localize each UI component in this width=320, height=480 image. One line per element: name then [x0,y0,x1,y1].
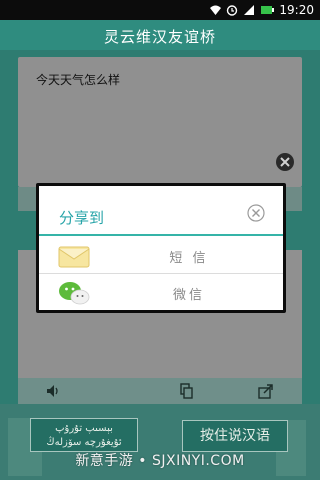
share-icon[interactable] [258,383,274,399]
status-time: 19:20 [279,3,314,17]
wifi-icon [209,4,222,16]
input-text: 今天天气怎么样 [36,73,121,87]
copy-icon[interactable] [178,383,194,399]
share-dialog: 分享到 短 信 微信 [36,183,286,313]
status-bar: 19:20 [0,0,320,20]
share-dialog-body: 分享到 短 信 微信 [39,186,283,310]
battery-icon [260,4,275,16]
app-header: 灵云维汉友谊桥 [0,20,320,50]
watermark: 新意手游 • SJXINYI.COM [75,453,245,469]
hold-speak-uyghur-button[interactable]: بېسىپ تۇرۇپ ئۇيغۇرچە سۆزلەڭ [30,418,138,452]
output-toolbar [18,378,302,404]
uyghur-button-line2: ئۇيغۇرچە سۆزلەڭ [46,437,122,448]
close-icon[interactable] [247,204,265,222]
share-item-label: 短 信 [169,251,209,266]
app-title: 灵云维汉友谊桥 [103,28,216,46]
share-item-label: 微信 [172,288,205,303]
dialog-title: 分享到 [59,209,105,227]
speaker-icon[interactable] [45,383,61,399]
sms-envelope-icon [57,243,91,269]
dialog-divider [39,234,283,236]
uyghur-button-line1: بېسىپ تۇرۇپ [55,423,113,434]
share-item-wechat[interactable]: 微信 [39,275,283,311]
wechat-icon [57,280,91,306]
signal-icon [243,4,255,16]
input-text-area[interactable]: 今天天气怎么样 [18,57,302,187]
status-icons: 19:20 [209,3,314,17]
share-item-sms[interactable]: 短 信 [39,238,283,274]
hold-speak-chinese-button[interactable]: 按住说汉语 [182,420,288,452]
clear-icon[interactable] [276,153,294,171]
alarm-icon [226,4,238,16]
